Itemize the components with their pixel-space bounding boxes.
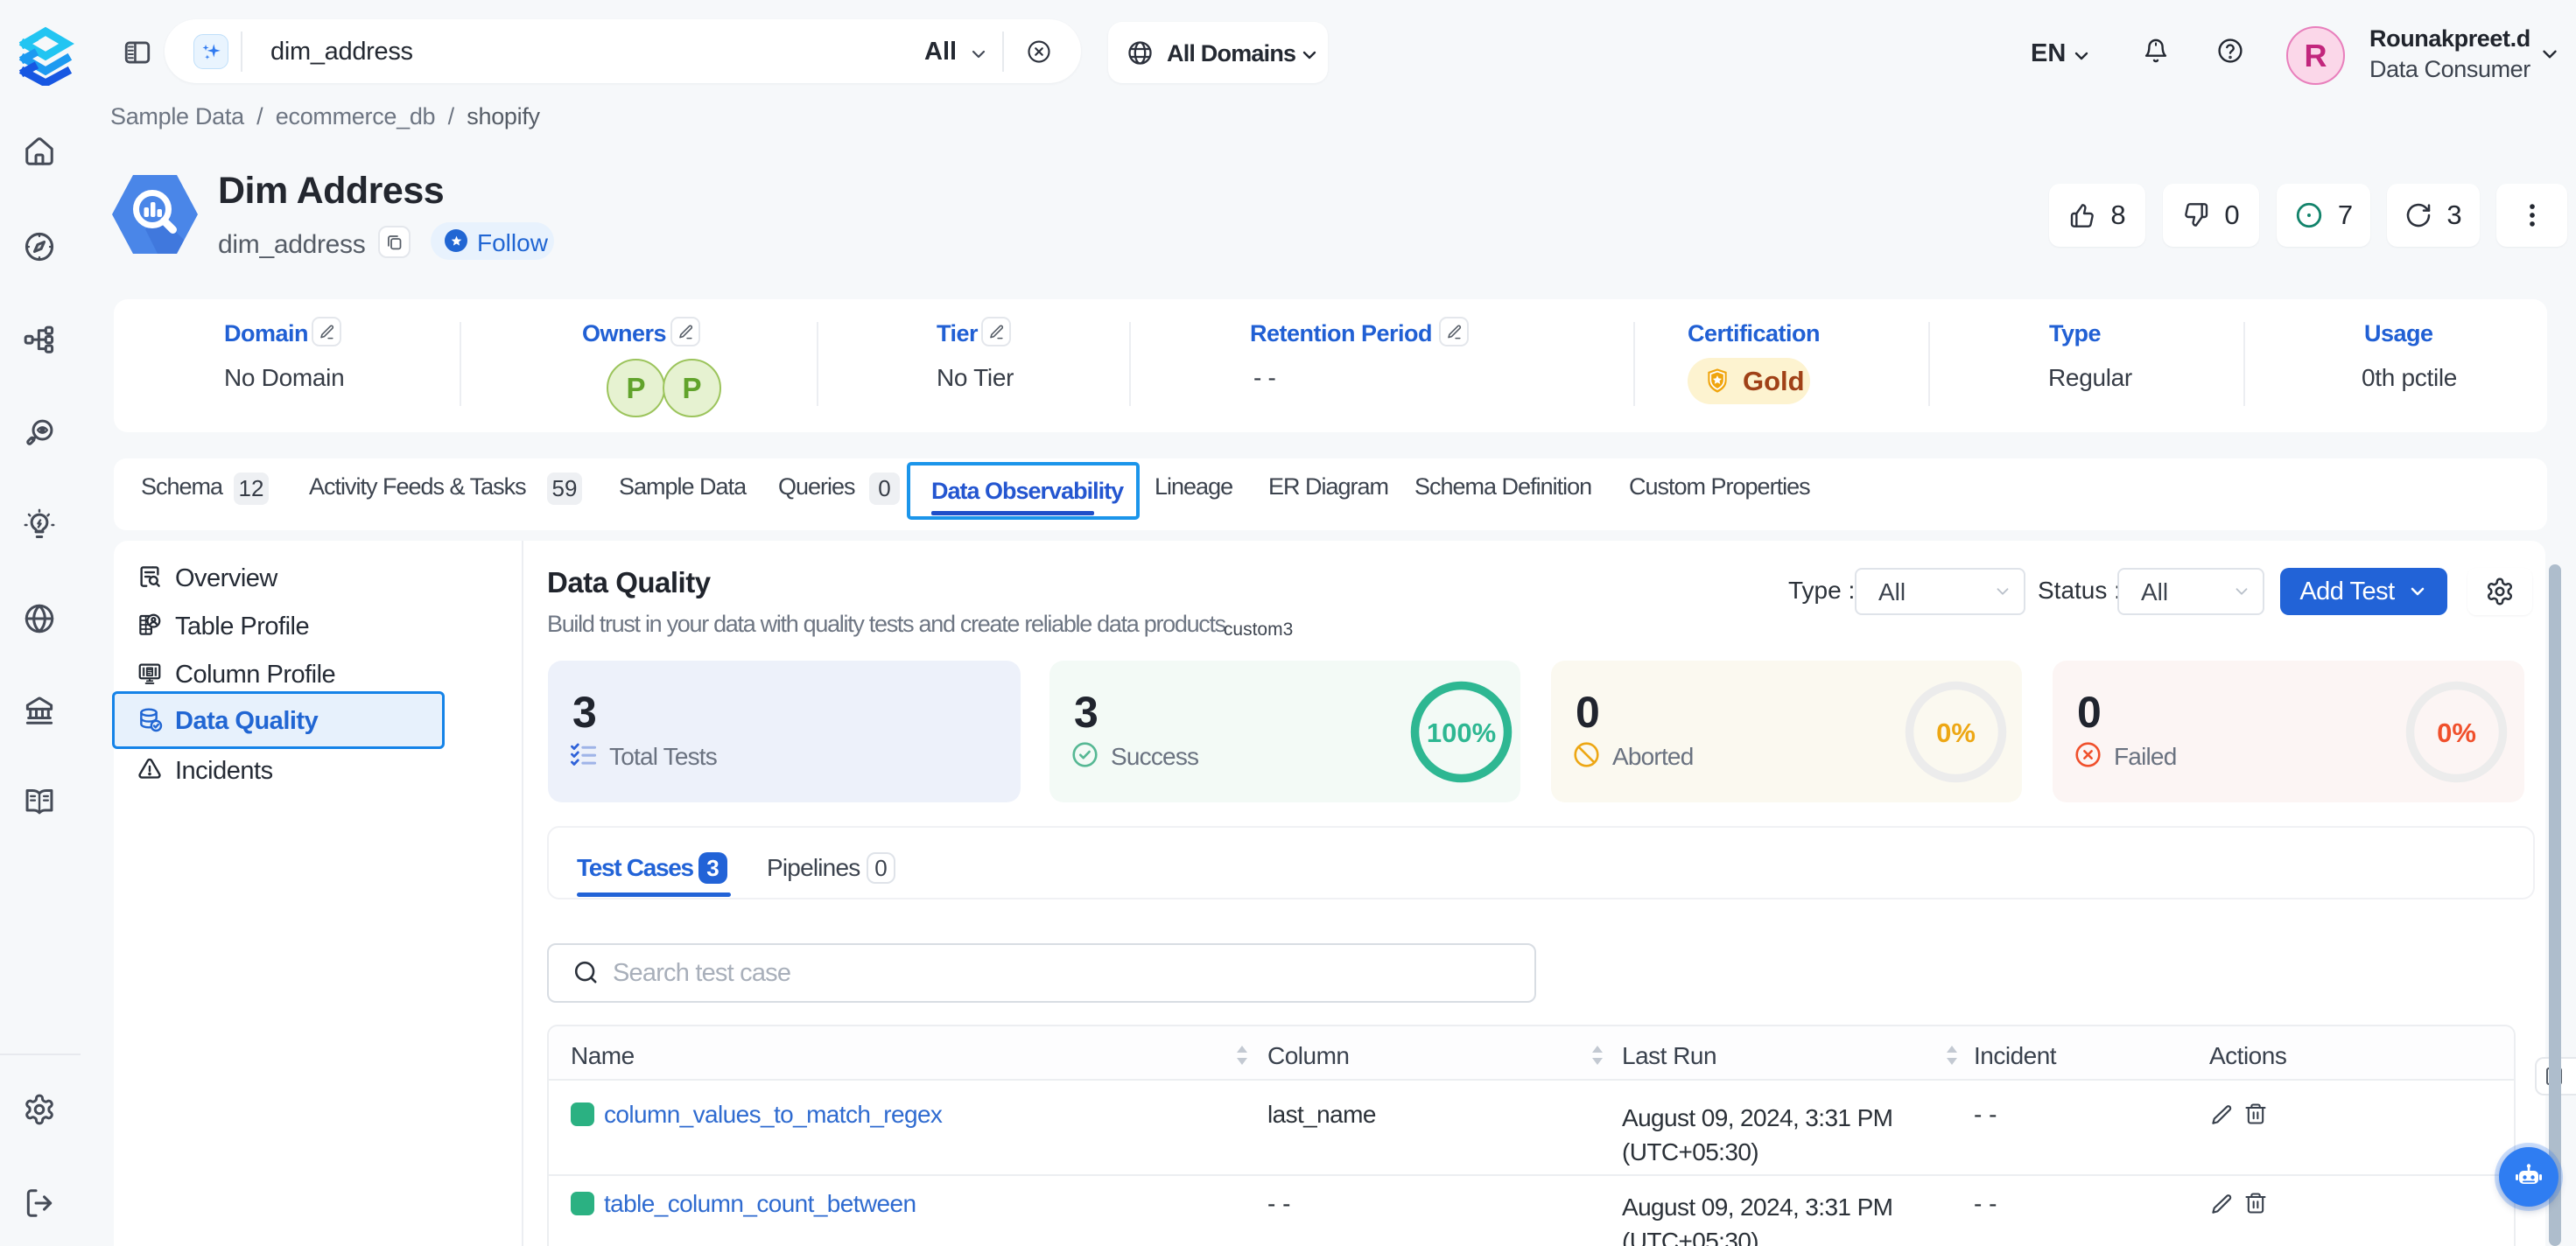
svg-text:0%: 0% [2437,718,2476,748]
svg-text:0%: 0% [1936,718,1976,748]
svg-text:100%: 100% [1427,718,1496,748]
